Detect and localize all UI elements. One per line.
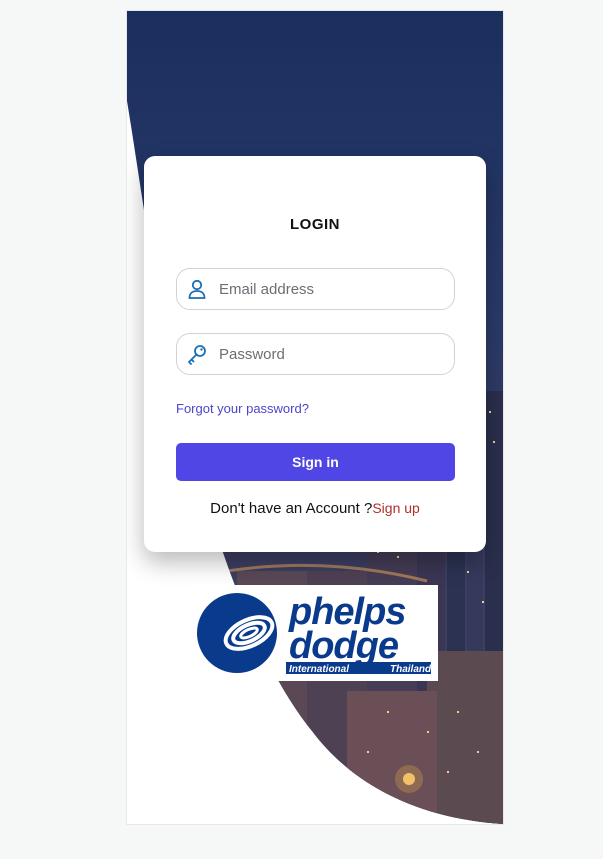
sign-up-link[interactable]: Sign up <box>372 500 419 516</box>
key-icon <box>188 345 206 365</box>
phelps-dodge-logo: phelps dodge International Thailand <box>197 585 438 681</box>
password-field[interactable] <box>176 333 455 375</box>
logo-caption-left: International <box>289 664 349 675</box>
user-icon <box>188 279 206 299</box>
signup-prompt: Don't have an Account ?Sign up <box>144 500 486 517</box>
email-field[interactable] <box>176 268 455 310</box>
logo-image: phelps dodge International Thailand <box>197 591 432 675</box>
login-page-frame: LOGIN Forgot your password? Sign in Don'… <box>126 10 504 825</box>
logo-caption-right: Thailand <box>390 664 432 675</box>
email-input[interactable] <box>217 275 446 303</box>
password-input[interactable] <box>217 340 446 368</box>
login-card: LOGIN Forgot your password? Sign in Don'… <box>144 156 486 552</box>
no-account-text: Don't have an Account ? <box>210 500 373 517</box>
sign-in-button[interactable]: Sign in <box>176 443 455 481</box>
forgot-password-link[interactable]: Forgot your password? <box>176 401 309 416</box>
login-title: LOGIN <box>290 216 340 233</box>
logo-line2: dodge <box>289 625 399 667</box>
